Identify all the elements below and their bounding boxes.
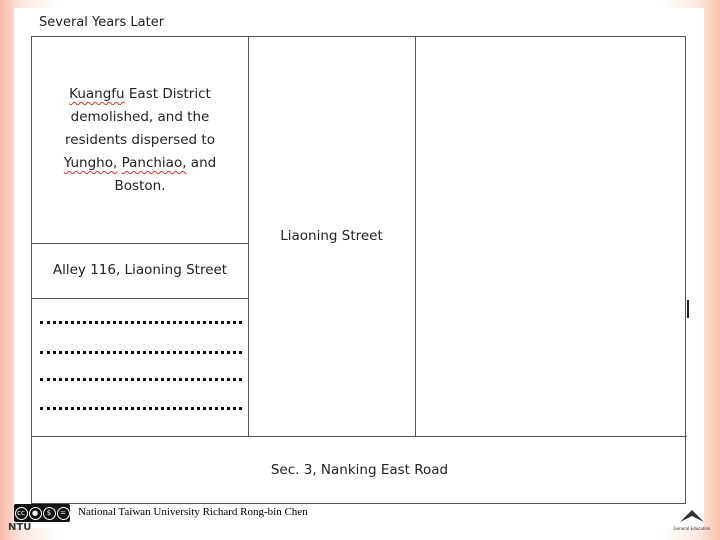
map-divider-road [32, 436, 687, 437]
ntu-logo: NTU [8, 522, 32, 533]
street-label: Liaoning Street [280, 228, 383, 244]
ge-logo-text: General Education [674, 526, 711, 531]
creative-commons-badge[interactable]: cc ● $ = [14, 504, 70, 522]
district-word-and: and [190, 155, 217, 171]
district-line-demolished: demolished, and the [70, 109, 210, 125]
by-icon: ● [28, 506, 42, 520]
district-word-yungho: Yungho, [63, 155, 118, 171]
footer-credit: National Taiwan University Richard Rong-… [76, 506, 310, 518]
district-note: Kuangfu East District demolished, and th… [40, 83, 240, 198]
dotted-line-2 [40, 351, 242, 354]
map-divider-horizontal-mid [32, 298, 248, 299]
cc-icon: cc [14, 506, 28, 520]
nc-icon: $ [42, 506, 56, 520]
map-divider-horizontal-top [32, 243, 248, 244]
dotted-line-4 [40, 407, 242, 410]
general-education-logo: General Education [674, 510, 711, 531]
logo-mark-icon [680, 510, 704, 522]
road-label: Sec. 3, Nanking East Road [270, 462, 449, 478]
alley-label: Alley 116, Liaoning Street [52, 262, 228, 278]
district-word-east: East District [128, 86, 211, 102]
district-line-residents: residents dispersed to [65, 132, 215, 148]
district-word-panchiao: Panchiao, [121, 155, 187, 171]
district-line-boston: Boston. [114, 178, 166, 194]
map-divider-vertical-right [415, 37, 416, 437]
district-word-kuangfu: Kuangfu [69, 86, 125, 102]
nd-icon: = [56, 506, 70, 520]
dotted-line-1 [40, 321, 242, 324]
text-cursor [687, 300, 689, 318]
slide-heading: Several Years Later [39, 15, 165, 30]
dotted-line-3 [40, 378, 242, 381]
